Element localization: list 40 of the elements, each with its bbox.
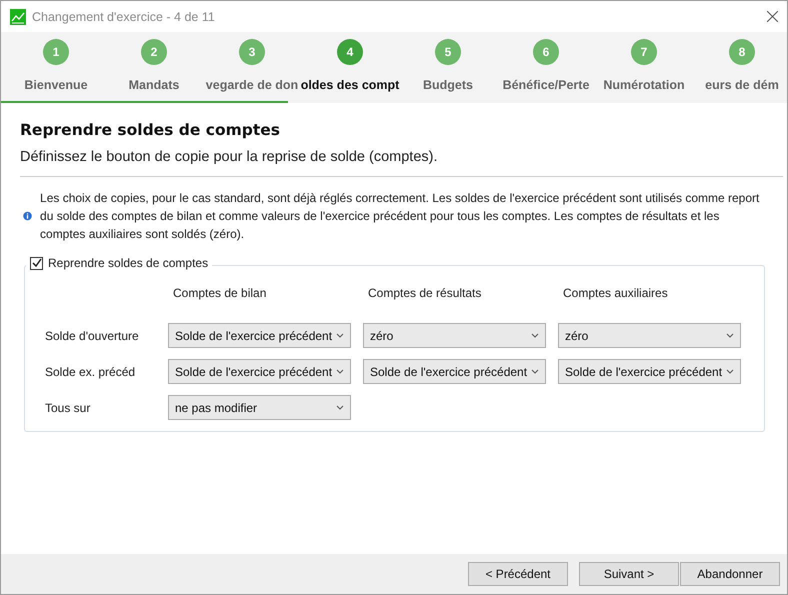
step-label[interactable]: eurs de dém — [705, 78, 779, 92]
column-header: Comptes de bilan — [172, 286, 268, 300]
chevron-down-icon — [726, 369, 734, 374]
chevron-down-icon — [336, 369, 344, 374]
chevron-down-icon — [336, 405, 344, 410]
step-label[interactable]: Mandats — [128, 78, 180, 92]
step-label[interactable]: Bénéfice/Perte — [502, 78, 590, 92]
column-header: Comptes auxiliaires — [562, 286, 669, 300]
dropdown[interactable]: Solde de l'exercice précédent — [168, 323, 351, 348]
dropdown[interactable]: Solde de l'exercice précédent — [558, 359, 741, 384]
row-label: Tous sur — [45, 400, 92, 414]
chevron-down-icon — [726, 333, 734, 338]
dialog-button[interactable]: < Précédent — [468, 562, 568, 586]
info-text: Les choix de copies, pour le cas standard, sont déjà réglés correctement. Les soldes de l'exercice précédent sont utilisés comme report du solde des comptes de bilan et comme valeurs de l'exercice précédent pour tous les comptes. Les comptes de résultats et les comptes auxiliaires sont soldés (zéro). — [40, 190, 760, 243]
column-header: Comptes de résultats — [367, 286, 482, 300]
checkbox[interactable] — [30, 256, 43, 270]
step-label[interactable]: Numérotation — [603, 78, 685, 92]
step-label[interactable]: Budgets — [423, 78, 473, 92]
row-label: Solde ex. précéd — [45, 364, 136, 378]
dialog-button[interactable]: Suivant > — [579, 562, 679, 586]
dropdown[interactable]: Solde de l'exercice précédent — [363, 359, 546, 384]
close-icon[interactable] — [767, 11, 778, 22]
row-label: Solde d'ouverture — [45, 328, 140, 342]
checkbox-label[interactable]: Reprendre soldes de comptes — [48, 256, 208, 270]
step-label[interactable]: oldes des compt — [300, 78, 400, 92]
step-number[interactable]: 4 — [337, 39, 363, 65]
chart-icon — [10, 8, 26, 24]
dropdown[interactable]: zéro — [363, 323, 546, 348]
step-label[interactable]: vegarde de don — [206, 78, 298, 92]
dropdown[interactable]: Solde de l'exercice précédent — [168, 359, 351, 384]
step-label[interactable]: Bienvenue — [24, 78, 88, 92]
dropdown[interactable]: zéro — [558, 323, 741, 348]
chevron-down-icon — [531, 369, 539, 374]
window-title: Changement d'exercice - 4 de 11 — [32, 10, 216, 24]
chevron-down-icon — [531, 333, 539, 338]
dialog-button[interactable]: Abandonner — [680, 562, 780, 586]
page-subtitle: Définissez le bouton de copie pour la reprise de solde (comptes). — [20, 149, 783, 177]
dropdown[interactable]: ne pas modifier — [168, 395, 351, 420]
chevron-down-icon — [336, 333, 344, 338]
page-heading: Reprendre soldes de comptes — [20, 121, 282, 139]
